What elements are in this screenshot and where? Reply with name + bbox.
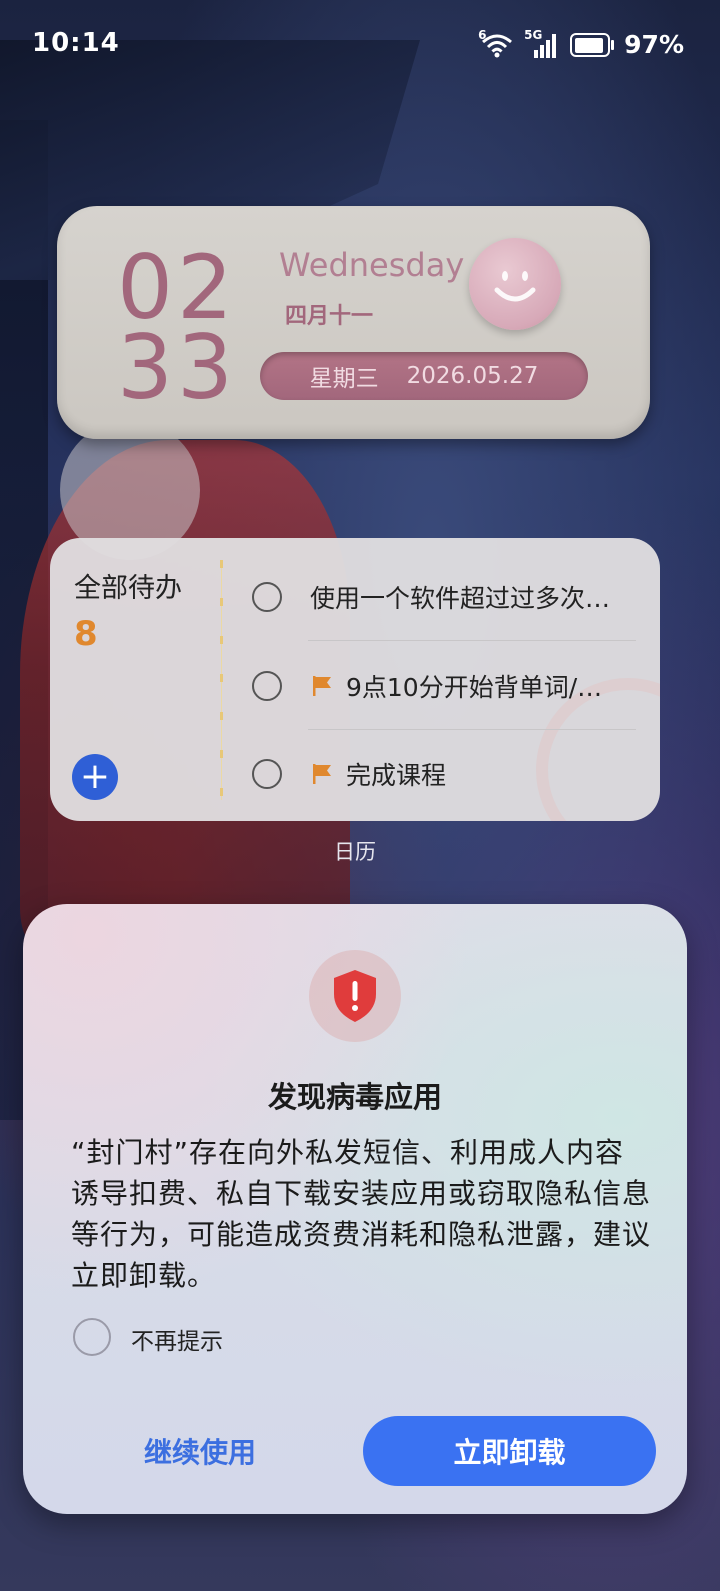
todo-item[interactable]: 使用一个软件超过过多次…: [250, 553, 640, 641]
dont-remind-checkbox[interactable]: [73, 1318, 111, 1356]
wifi-icon: 6: [478, 28, 514, 58]
status-icons: 6 5G 97%: [478, 28, 684, 60]
widget-app-label: 日历: [334, 840, 376, 864]
smiley-icon: [469, 238, 561, 330]
dialog-message: “封门村”存在向外私发短信、利用成人内容诱导扣费、私自下载安装应用或窃取隐私信息…: [71, 1136, 652, 1292]
dialog-title: 发现病毒应用: [267, 1080, 442, 1114]
cellular-signal-icon: 5G: [524, 28, 560, 58]
battery-percent: 97%: [624, 30, 684, 59]
todo-checkbox[interactable]: [252, 759, 282, 789]
flag-icon: [310, 762, 334, 786]
todo-item-text: 完成课程: [346, 761, 447, 790]
todo-item[interactable]: 9点10分开始背单词/…: [250, 642, 640, 730]
todo-checkbox[interactable]: [252, 671, 282, 701]
status-time: 10:14: [32, 28, 120, 58]
virus-warning-dialog: 发现病毒应用 “封门村”存在向外私发短信、利用成人内容诱导扣费、私自下载安装应用…: [23, 904, 687, 1514]
todo-checkbox[interactable]: [252, 582, 282, 612]
todo-item-text: 9点10分开始背单词/…: [346, 673, 603, 702]
clock-date: 2026.05.27: [406, 363, 539, 389]
todo-item[interactable]: 完成课程: [250, 730, 640, 818]
clock-minute: 33: [117, 316, 237, 419]
flag-icon: [310, 674, 334, 698]
add-todo-button[interactable]: +: [72, 754, 118, 800]
wifi-badge: 6: [478, 27, 487, 42]
dont-remind-label[interactable]: 不再提示: [131, 1322, 223, 1356]
todo-count: 8: [74, 614, 98, 654]
shield-warning-icon: [309, 950, 401, 1042]
clock-date-pill: 星期三 2026.05.27: [260, 352, 588, 400]
clock-weekday-cn: 星期三: [309, 366, 379, 392]
todo-widget[interactable]: 全部待办 8 + 使用一个软件超过过多次… 9点10分开始背单词/… 完成课程: [50, 538, 660, 821]
uninstall-now-button[interactable]: 立即卸载: [363, 1416, 656, 1486]
todo-item-text: 使用一个软件超过过多次…: [310, 584, 611, 613]
timeline-dots: [220, 560, 223, 800]
divider: [308, 640, 636, 641]
network-type: 5G: [524, 27, 543, 42]
clock-widget[interactable]: 02 33 Wednesday 四月十一 星期三 2026.05.27: [57, 206, 650, 439]
clock-weekday-en: Wednesday: [279, 246, 465, 284]
continue-using-button[interactable]: 继续使用: [85, 1416, 315, 1486]
plus-icon: +: [79, 756, 111, 797]
status-bar: 10:14 6 5G 97%: [0, 0, 720, 90]
clock-lunar-date: 四月十一: [285, 304, 374, 329]
todo-title: 全部待办: [74, 573, 182, 604]
battery-icon: [570, 32, 615, 57]
